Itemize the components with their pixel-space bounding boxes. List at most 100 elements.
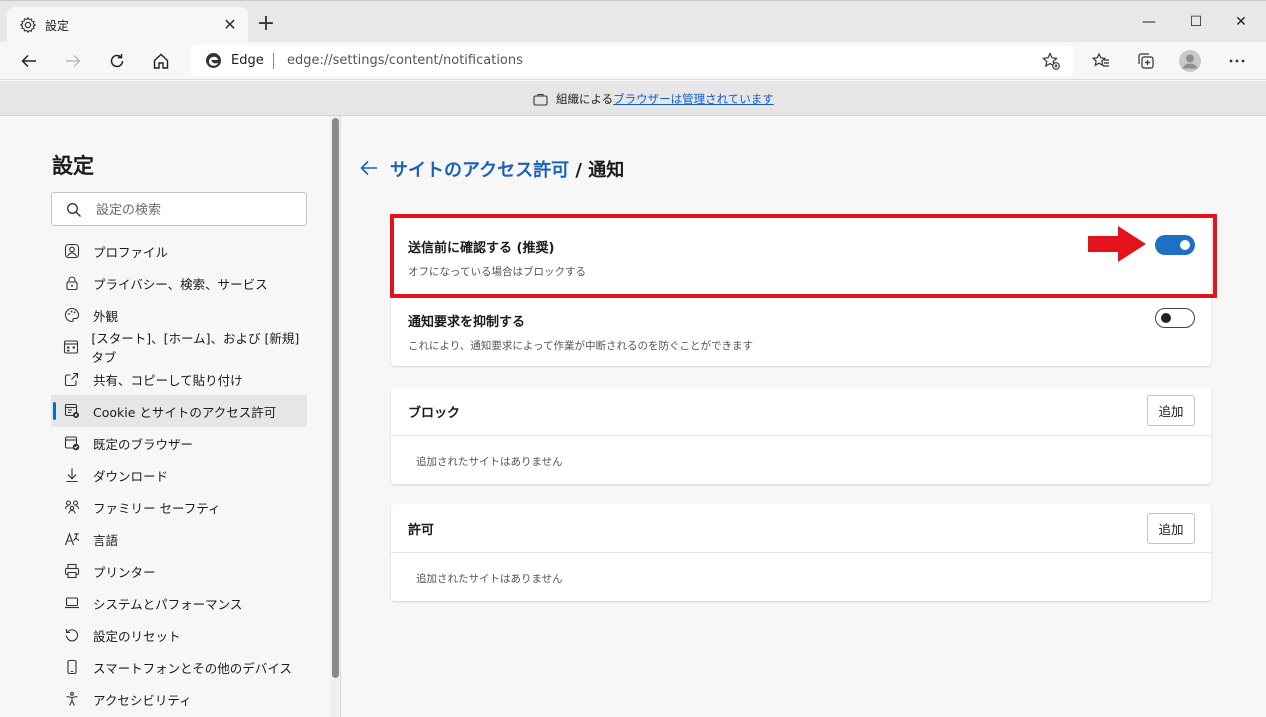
breadcrumb-separator: / (575, 160, 582, 181)
sidebar-item-label: アクセシビリティ (93, 692, 192, 708)
sidebar-item-family[interactable]: ファミリー セーフティ (51, 491, 307, 523)
quiet-requests-title: 通知要求を抑制する (408, 315, 526, 330)
scrollbar-thumb[interactable] (332, 118, 339, 678)
sidebar-item-palette[interactable]: 外観 (51, 299, 307, 331)
profile-avatar-button[interactable] (1177, 48, 1203, 74)
allow-card: 許可 追加 追加されたサイトはありません (391, 504, 1211, 601)
main-content: サイトのアクセス許可 / 通知 送信前に確認する (推奨) オフになっている場合… (342, 116, 1266, 717)
red-arrow-icon (1088, 226, 1146, 262)
home-grid-icon (63, 338, 79, 356)
gear-icon (19, 16, 37, 34)
omnibox-divider (273, 53, 274, 69)
sidebar-item-label: [スタート]、[ホーム]、および [新規] タブ (91, 331, 300, 365)
sidebar-item-laptop[interactable]: システムとパフォーマンス (51, 587, 307, 619)
block-title: ブロック (408, 406, 461, 421)
default-browser-icon (63, 434, 81, 452)
managed-link[interactable]: ブラウザーは管理されています (613, 92, 774, 106)
sidebar-item-label: プロファイル (93, 244, 169, 260)
back-arrow-icon[interactable] (358, 157, 380, 179)
card-divider (391, 435, 1211, 436)
arrow-right-icon (66, 54, 81, 68)
close-window-button[interactable]: ✕ (1218, 9, 1264, 35)
sidebar-item-lock[interactable]: プライバシー、検索、サービス (51, 267, 307, 299)
sidebar-title: 設定 (52, 154, 94, 178)
allow-title: 許可 (408, 523, 435, 538)
minimize-button[interactable]: — (1126, 9, 1172, 35)
sidebar-item-label: 外観 (93, 308, 119, 324)
lock-icon (63, 274, 81, 292)
close-tab-icon[interactable]: ✕ (220, 15, 240, 35)
sidebar-item-label: 既定のブラウザー (93, 436, 194, 452)
laptop-icon (63, 594, 81, 612)
sidebar-item-label: ファミリー セーフティ (93, 500, 221, 516)
sidebar-item-label: スマートフォンとその他のデバイス (93, 660, 292, 676)
quiet-requests-toggle[interactable] (1155, 308, 1195, 328)
allow-empty-text: 追加されたサイトはありません (416, 573, 563, 585)
address-bar[interactable]: Edge edge://settings/content/notificatio… (190, 45, 1073, 76)
url-text[interactable]: edge://settings/content/notifications (287, 53, 523, 68)
refresh-icon (110, 54, 124, 68)
favorites-button[interactable] (1088, 48, 1114, 74)
sidebar-item-label: 言語 (93, 532, 119, 548)
profile-icon (63, 242, 81, 260)
managed-banner: 組織によるブラウザーは管理されています (0, 81, 1266, 116)
card-divider (391, 552, 1211, 553)
sidebar-item-reset[interactable]: 設定のリセット (51, 619, 307, 651)
toggle-knob (1161, 313, 1171, 323)
avatar-icon (1179, 50, 1201, 72)
sidebar-item-label: システムとパフォーマンス (93, 596, 243, 612)
quiet-requests-desc: これにより、通知要求によって作業が中断されるのを防ぐことができます (408, 340, 754, 352)
sidebar-item-language[interactable]: 言語 (51, 523, 307, 555)
browser-toolbar: Edge edge://settings/content/notificatio… (0, 42, 1266, 80)
sidebar-item-label: ダウンロード (93, 468, 169, 484)
arrow-left-icon (21, 54, 36, 68)
collections-button[interactable] (1133, 48, 1159, 74)
site-identity-label: Edge (231, 53, 264, 68)
printer-icon (63, 562, 81, 580)
sidebar-item-accessibility[interactable]: アクセシビリティ (51, 683, 307, 715)
sidebar-item-profile[interactable]: プロファイル (51, 235, 307, 267)
refresh-button[interactable] (102, 46, 132, 76)
sidebar-item-phone[interactable]: スマートフォンとその他のデバイス (51, 651, 307, 683)
block-card: ブロック 追加 追加されたサイトはありません (391, 387, 1211, 484)
block-add-button[interactable]: 追加 (1147, 395, 1195, 426)
search-icon (66, 202, 82, 218)
maximize-button[interactable]: ☐ (1173, 9, 1219, 35)
managed-prefix: 組織による (556, 92, 614, 106)
phone-icon (63, 658, 81, 676)
home-icon (153, 53, 169, 69)
sidebar-item-label: 共有、コピーして貼り付け (93, 372, 243, 388)
briefcase-icon (533, 93, 548, 106)
settings-sidebar: 設定 プロファイルプライバシー、検索、サービス外観 [スタート]、[ホーム]、およ… (0, 116, 330, 717)
settings-search-box[interactable] (51, 192, 307, 226)
home-button[interactable] (146, 46, 176, 76)
sidebar-item-printer[interactable]: プリンター (51, 555, 307, 587)
edge-logo-icon (205, 52, 222, 69)
tab-strip: 設定 ✕ + — ☐ ✕ (0, 0, 1266, 43)
new-tab-button[interactable]: + (254, 13, 278, 37)
sidebar-item-share[interactable]: 共有、コピーして貼り付け (51, 363, 307, 395)
share-icon (63, 370, 81, 388)
language-icon (63, 530, 81, 548)
settings-more-button[interactable] (1224, 48, 1250, 74)
palette-icon (63, 306, 81, 324)
sidebar-item-default-browser[interactable]: 既定のブラウザー (51, 427, 307, 459)
breadcrumb: サイトのアクセス許可 / 通知 (390, 156, 624, 182)
block-empty-text: 追加されたサイトはありません (416, 456, 563, 468)
back-button[interactable] (14, 46, 44, 76)
site-permissions-icon (63, 402, 81, 420)
sidebar-item-download[interactable]: ダウンロード (51, 459, 307, 491)
family-icon (63, 498, 81, 516)
forward-button[interactable] (58, 46, 88, 76)
allow-add-button[interactable]: 追加 (1147, 513, 1195, 544)
breadcrumb-parent-link[interactable]: サイトのアクセス許可 (390, 160, 569, 181)
sidebar-item-home-grid[interactable]: [スタート]、[ホーム]、および [新規] タブ (51, 331, 307, 365)
add-favorite-icon[interactable] (1041, 51, 1061, 71)
search-input[interactable] (96, 200, 296, 220)
sidebar-item-label: 設定のリセット (93, 628, 181, 644)
browser-tab-settings[interactable]: 設定 ✕ (7, 7, 248, 43)
favorites-icon (1091, 52, 1109, 67)
more-icon (1229, 59, 1245, 63)
sidebar-item-site-permissions[interactable]: Cookie とサイトのアクセス許可 (51, 395, 307, 427)
sidebar-scrollbar[interactable] (330, 116, 341, 717)
